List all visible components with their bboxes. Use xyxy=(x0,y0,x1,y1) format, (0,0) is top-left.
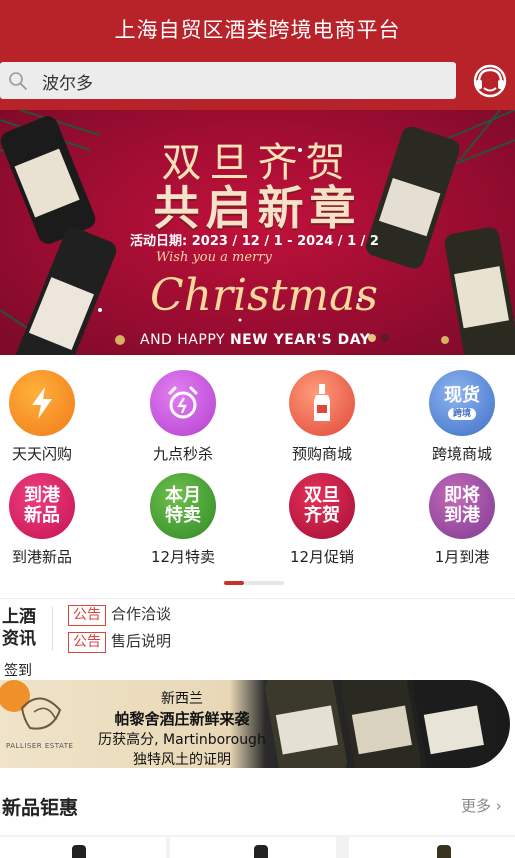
monthly-sale-icon: 本月 特卖 xyxy=(150,473,216,539)
alarm-clock-icon xyxy=(150,370,216,436)
ad-bottle xyxy=(341,680,421,768)
banner-greeting: Wish you a merry xyxy=(156,250,272,265)
grid-item-presale[interactable]: 预购商城 xyxy=(272,370,372,464)
announcement-tag: 公告 xyxy=(68,605,106,626)
wine-bottle-left-bottom xyxy=(15,227,117,355)
banner-christmas: Christmas xyxy=(150,270,378,321)
ad-line: 历获高分, Martinborough xyxy=(98,732,266,748)
product-card[interactable] xyxy=(349,837,515,858)
product-card[interactable] xyxy=(0,837,166,858)
search-value: 波尔多 xyxy=(42,74,93,94)
ad-text: 新西兰 帕黎舍酒庄新鲜来袭 历获高分, Martinborough 独特风土的证… xyxy=(82,688,282,768)
product-list xyxy=(0,835,515,858)
more-link-label: 更多 xyxy=(461,797,492,815)
grid-pager-active xyxy=(224,581,244,585)
more-link[interactable]: 更多 › xyxy=(461,795,502,816)
wine-bottle-thumbnail xyxy=(72,845,86,858)
ad-line: 新西兰 xyxy=(161,691,203,707)
wine-bottle-right-bottom xyxy=(444,227,515,355)
news-item-text: 售后说明 xyxy=(111,632,172,650)
grid-item-december-promo[interactable]: 双旦 齐贺 12月促销 xyxy=(272,473,372,567)
ad-banner[interactable]: PALLISER ESTATE 新西兰 帕黎舍酒庄新鲜来袭 历获高分, Mart… xyxy=(0,680,510,768)
news-title: 上酒资讯 xyxy=(2,607,36,649)
ad-estate-logo: PALLISER ESTATE xyxy=(6,742,74,750)
arriving-soon-icon: 即将 到港 xyxy=(429,473,495,539)
grid-label: 12月特卖 xyxy=(150,548,216,566)
news-item[interactable]: 公告 售后说明 xyxy=(68,630,171,653)
banner-footer-left: AND HAPPY xyxy=(140,332,230,348)
wine-bottle-thumbnail xyxy=(437,845,451,858)
news-section: 上酒资讯 公告 合作洽谈 公告 售后说明 xyxy=(0,598,515,658)
banner-footer-right: NEW YEAR'S DAY xyxy=(229,332,371,348)
icon-text: 现货 xyxy=(444,385,480,406)
grid-item-flash-sale[interactable]: 天天闪购 xyxy=(0,370,92,464)
ad-line: 帕黎舍酒庄新鲜来袭 xyxy=(114,710,250,728)
app-header: 上海自贸区酒类跨境电商平台 波尔多 xyxy=(0,0,515,110)
ad-line: 独特风土的证明 xyxy=(133,752,231,768)
wine-bottle-icon xyxy=(289,370,355,436)
grid-label: 天天闪购 xyxy=(11,445,72,463)
icon-subtext: 跨境 xyxy=(447,408,476,420)
news-item-text: 合作洽谈 xyxy=(111,605,172,623)
product-card[interactable] xyxy=(170,837,336,858)
grid-label: 到港新品 xyxy=(11,548,72,566)
search-icon xyxy=(9,72,27,90)
holiday-promo-icon: 双旦 齐贺 xyxy=(289,473,355,539)
news-divider xyxy=(52,607,53,651)
grid-label: 12月促销 xyxy=(289,548,355,566)
ad-bottle xyxy=(413,680,493,768)
grid-label: 九点秒杀 xyxy=(152,445,213,463)
new-arrival-icon: 到港 新品 xyxy=(9,473,75,539)
promo-banner[interactable]: 双旦齐贺 共启新章 活动日期: 2023 / 12 / 1 - 2024 / 1… xyxy=(0,110,515,355)
chevron-right-icon: › xyxy=(495,797,502,815)
grid-item-january-arrival[interactable]: 即将 到港 1月到港 xyxy=(412,473,512,567)
lightning-icon xyxy=(9,370,75,436)
cross-border-icon: 现货 跨境 xyxy=(429,370,495,436)
grid-label: 1月到港 xyxy=(434,548,490,566)
announcement-tag: 公告 xyxy=(68,632,106,653)
grid-pager-track xyxy=(244,581,284,585)
search-input[interactable]: 波尔多 xyxy=(0,62,456,99)
carousel-dot-active[interactable] xyxy=(368,334,376,342)
grid-item-flash-kill[interactable]: 九点秒杀 xyxy=(133,370,233,464)
carousel-dot[interactable] xyxy=(381,334,389,342)
grid-label: 跨境商城 xyxy=(431,445,492,463)
customer-service-icon[interactable] xyxy=(470,62,510,100)
grid-item-new-arrivals[interactable]: 到港 新品 到港新品 xyxy=(0,473,92,567)
page-title: 上海自贸区酒类跨境电商平台 xyxy=(114,18,401,42)
banner-subheadline: 共启新章 xyxy=(153,181,362,235)
news-item[interactable]: 公告 合作洽谈 xyxy=(68,603,171,626)
grid-item-december-sale[interactable]: 本月 特卖 12月特卖 xyxy=(133,473,233,567)
checkin-button[interactable]: 签到 xyxy=(4,660,32,680)
banner-date: 活动日期: 2023 / 12 / 1 - 2024 / 1 / 2 xyxy=(130,234,379,249)
section-title-new-products: 新品钜惠 xyxy=(2,797,79,819)
grid-label: 预购商城 xyxy=(291,445,352,463)
wine-bottle-thumbnail xyxy=(254,845,268,858)
banner-footer: AND HAPPY NEW YEAR'S DAY xyxy=(140,332,370,348)
grid-item-cross-border[interactable]: 现货 跨境 跨境商城 xyxy=(412,370,512,464)
